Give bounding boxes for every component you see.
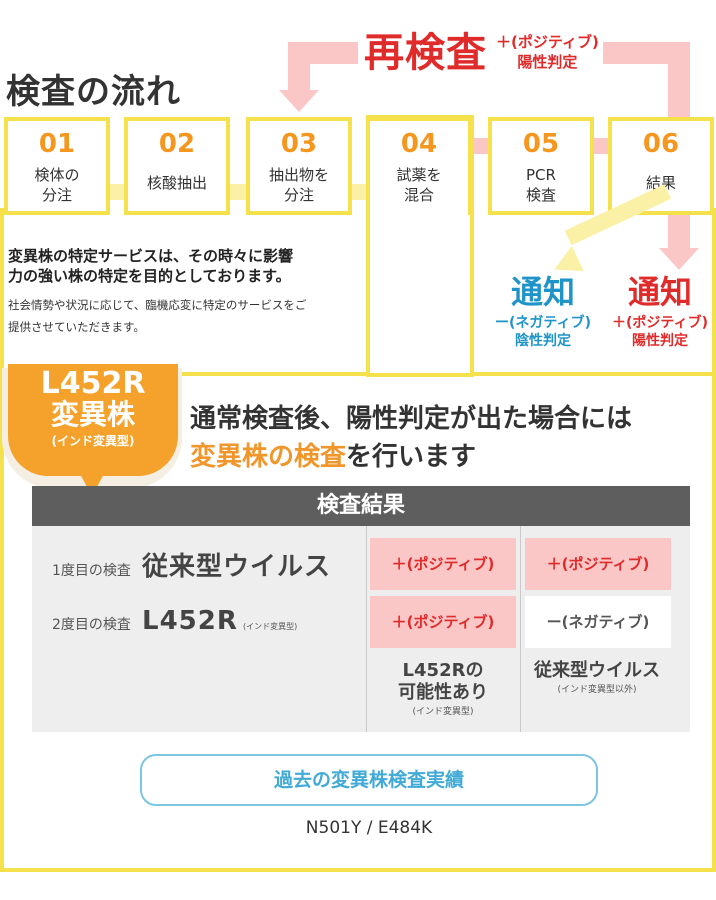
notice-positive: 通知 ＋(ポジティブ) 陽性判定 xyxy=(600,270,716,350)
result-cell-col2-row2: ー(ネガティブ) xyxy=(525,596,671,648)
step-label: PCR 検査 xyxy=(525,166,556,204)
row-note: (インド変異型) xyxy=(242,622,298,631)
results-divider xyxy=(520,526,521,732)
notice-positive-label: ＋(ポジティブ) xyxy=(612,315,708,331)
notice-negative-title: 通知 xyxy=(510,273,575,311)
row-label: 1度目の検査 xyxy=(52,563,131,579)
retest-positive-label: ＋(ポジティブ) xyxy=(496,33,599,51)
step-number: 03 xyxy=(280,129,318,159)
row-label: 2度目の検査 xyxy=(52,617,131,633)
step-number: 06 xyxy=(642,129,680,159)
intro-small-text: 社会情勢や状況に応じて、臨機応変に特定のサービスをご 提供させていただきます。 xyxy=(8,298,307,334)
headline: 通常検査後、陽性判定が出た場合には 変異株の検査を行います xyxy=(190,404,633,472)
step-number: 05 xyxy=(522,129,560,159)
retest-arrow-down-icon xyxy=(279,90,319,112)
step-number: 02 xyxy=(158,129,196,159)
page-title: 検査の流れ xyxy=(6,72,181,112)
step-04: 04 試薬を 混合 xyxy=(366,117,472,215)
notice-negative-judgement: 陰性判定 xyxy=(515,333,571,349)
notice-positive-title: 通知 xyxy=(627,273,692,311)
row-main: L452R xyxy=(142,606,238,636)
badge-variant-origin: (インド変異型) xyxy=(51,434,135,448)
result-caption-col1: L452Rの 可能性あり (インド変異型) xyxy=(398,660,488,717)
step-label: 検体の 分注 xyxy=(34,166,80,204)
results-header: 検査結果 xyxy=(32,486,690,526)
variant-badge: L452R 変異株 (インド変異型) xyxy=(8,364,178,476)
retest-title: 再検査 xyxy=(358,30,493,76)
results-row-2: 2度目の検査 L452R (インド変異型) xyxy=(52,606,297,636)
past-results-button: 過去の変異株検査実績 xyxy=(140,754,598,806)
retest-loop-left xyxy=(288,42,310,92)
results-row-1: 1度目の検査 従来型ウイルス xyxy=(52,546,331,583)
step-label: 核酸抽出 xyxy=(146,174,207,192)
step-number: 01 xyxy=(38,129,76,159)
step-number: 04 xyxy=(400,129,438,159)
notice-negative: 通知 ー(ネガティブ) 陰性判定 xyxy=(478,270,608,350)
step-05: 05 PCR 検査 xyxy=(488,117,594,215)
past-results-value: N501Y / E484K xyxy=(305,818,433,838)
retest-subtitle: ＋(ポジティブ) 陽性判定 xyxy=(492,32,603,72)
step-label: 試薬を 混合 xyxy=(396,166,442,204)
results-divider xyxy=(366,526,367,732)
result-cell-col1-row1: ＋(ポジティブ) xyxy=(370,538,516,590)
result-caption-col2: 従来型ウイルス (インド変異型以外) xyxy=(534,660,660,695)
badge-variant-type: 変異株 xyxy=(50,398,135,431)
intro-bold-text: 変異株の特定サービスは、その時々に影響 力の強い株の特定を目的としております。 xyxy=(8,247,294,285)
badge-variant-name: L452R xyxy=(40,366,146,401)
notice-positive-judgement: 陽性判定 xyxy=(632,333,688,349)
step-03: 03 抽出物を 分注 xyxy=(246,117,352,215)
step-01: 01 検体の 分注 xyxy=(4,117,110,215)
retest-judgement-label: 陽性判定 xyxy=(517,53,578,71)
notice-negative-label: ー(ネガティブ) xyxy=(495,315,591,331)
result-cell-col2-row1: ＋(ポジティブ) xyxy=(525,538,671,590)
step-label: 抽出物を 分注 xyxy=(268,166,329,204)
result-cell-col1-row2: ＋(ポジティブ) xyxy=(370,596,516,648)
intro-frame xyxy=(0,208,370,376)
headline-highlight: 変異株の検査 xyxy=(190,442,347,472)
row-main: 従来型ウイルス xyxy=(142,552,332,582)
step-02: 02 核酸抽出 xyxy=(124,117,230,215)
